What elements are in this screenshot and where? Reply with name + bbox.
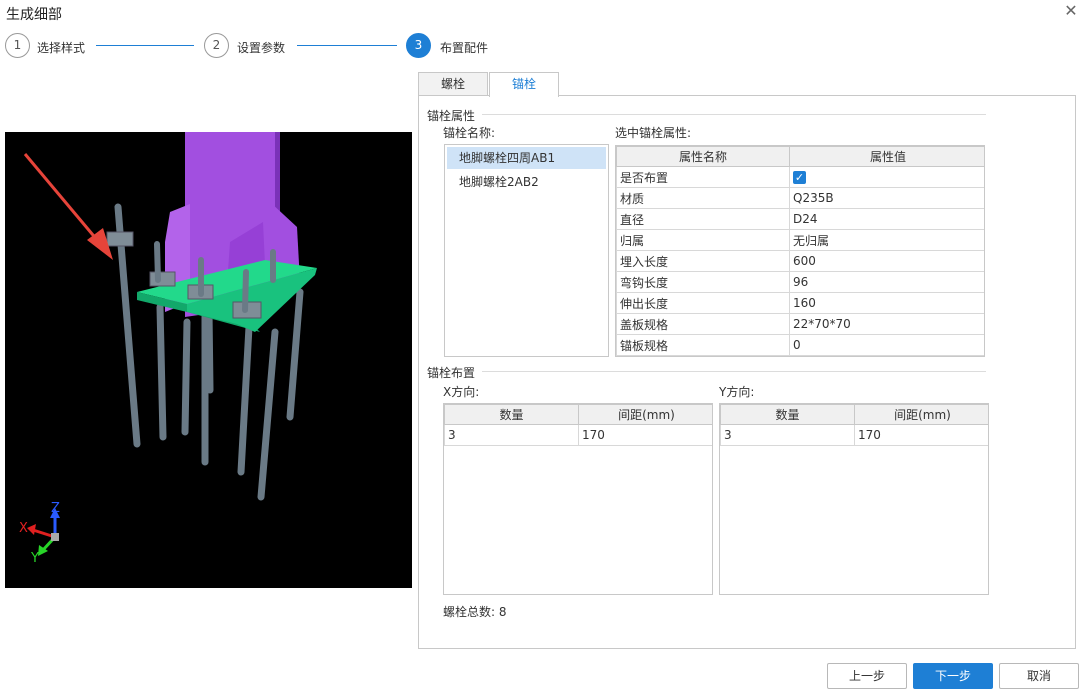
table-row: 材质 Q235B [616, 187, 984, 209]
step-1-label: 选择样式 [37, 41, 86, 55]
table-row: 直径 D24 [616, 208, 984, 230]
table-row: 归属 无归属 [616, 229, 984, 251]
selected-properties-label: 选中锚栓属性: [615, 126, 692, 140]
column-header: 间距(mm) [578, 404, 712, 425]
column-header: 数量 [444, 404, 579, 425]
property-value[interactable]: 600 [789, 250, 984, 272]
property-name: 锚板规格 [616, 334, 790, 356]
step-3-label: 布置配件 [440, 41, 489, 55]
axis-y-label: Y [30, 551, 39, 566]
property-name: 是否布置 [616, 166, 790, 188]
table-row: 3 170 [720, 424, 988, 446]
step-2-circle[interactable]: 2 [204, 33, 229, 58]
anchor-properties-title: 锚栓属性 [427, 109, 476, 123]
table-row: 3 170 [444, 424, 712, 446]
property-value[interactable]: ✓ [789, 166, 984, 188]
axis-x-label: X [19, 521, 28, 536]
bolt-total-value: 8 [498, 605, 507, 619]
property-value[interactable]: Q235B [789, 187, 984, 209]
column-header: 属性名称 [616, 146, 790, 167]
prev-button[interactable]: 上一步 [827, 663, 907, 689]
x-direction-label: X方向: [443, 385, 480, 399]
group-divider [482, 371, 986, 372]
table-row: 弯钩长度 96 [616, 271, 984, 293]
table-row: 锚板规格 0 [616, 334, 984, 356]
property-value[interactable]: 无归属 [789, 229, 984, 251]
property-value[interactable]: 22*70*70 [789, 313, 984, 335]
x-direction-grid: 数量 间距(mm) 3 170 [443, 403, 713, 595]
property-grid: 属性名称 属性值 是否布置 ✓ 材质 Q235B 直径 D24 归属 无归属 埋… [615, 145, 985, 357]
column-header: 属性值 [789, 146, 984, 167]
tab-bolt[interactable]: 螺栓 [418, 72, 488, 96]
property-name: 埋入长度 [616, 250, 790, 272]
table-row: 伸出长度 160 [616, 292, 984, 314]
place-checkbox[interactable]: ✓ [793, 171, 806, 184]
next-button[interactable]: 下一步 [913, 663, 993, 689]
list-item[interactable]: 地脚螺栓四周AB1 [447, 147, 606, 169]
bolt-total-label: 螺栓总数: [443, 605, 496, 619]
anchor-name-label: 锚栓名称: [443, 126, 496, 140]
model-render: Z X Y [19, 132, 317, 566]
property-value[interactable]: 96 [789, 271, 984, 293]
step-3-circle[interactable]: 3 [406, 33, 431, 58]
axis-z-label: Z [51, 501, 60, 516]
dialog-title: 生成细部 [6, 7, 62, 23]
y-direction-grid: 数量 间距(mm) 3 170 [719, 403, 989, 595]
table-row: 盖板规格 22*70*70 [616, 313, 984, 335]
property-value[interactable]: 160 [789, 292, 984, 314]
axis-gizmo: Z X Y [19, 501, 60, 566]
step-connector [96, 45, 194, 46]
table-row: 埋入长度 600 [616, 250, 984, 272]
step-2-label: 设置参数 [237, 41, 286, 55]
property-name: 伸出长度 [616, 292, 790, 314]
step-connector [297, 45, 397, 46]
step-1-circle[interactable]: 1 [5, 33, 30, 58]
column-header: 间距(mm) [854, 404, 988, 425]
quantity-cell[interactable]: 3 [720, 424, 855, 446]
bolt-total: 螺栓总数: 8 [443, 603, 507, 620]
property-name: 材质 [616, 187, 790, 209]
property-name: 直径 [616, 208, 790, 230]
3d-viewport[interactable]: Z X Y [5, 132, 412, 588]
property-value[interactable]: 0 [789, 334, 984, 356]
anchor-layout-title: 锚栓布置 [427, 366, 476, 380]
close-icon[interactable]: ✕ [1062, 2, 1080, 20]
y-direction-label: Y方向: [719, 385, 755, 399]
table-row: 是否布置 ✓ [616, 166, 984, 188]
tab-anchor[interactable]: 锚栓 [489, 72, 559, 97]
cancel-button[interactable]: 取消 [999, 663, 1079, 689]
spacing-cell[interactable]: 170 [854, 424, 988, 446]
spacing-cell[interactable]: 170 [578, 424, 712, 446]
property-name: 归属 [616, 229, 790, 251]
list-item[interactable]: 地脚螺栓2AB2 [447, 171, 606, 193]
column-header: 数量 [720, 404, 855, 425]
group-divider [482, 114, 986, 115]
quantity-cell[interactable]: 3 [444, 424, 579, 446]
property-value[interactable]: D24 [789, 208, 984, 230]
property-name: 弯钩长度 [616, 271, 790, 293]
property-name: 盖板规格 [616, 313, 790, 335]
anchor-name-list[interactable]: 地脚螺栓四周AB1 地脚螺栓2AB2 [444, 144, 609, 357]
arrow-pointer [23, 153, 105, 248]
